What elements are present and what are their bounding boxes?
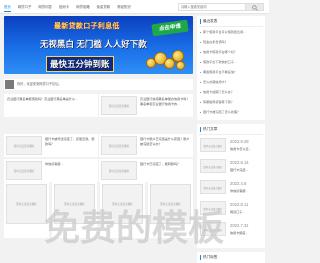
hot-title[interactable]: 银行卡冻结…	[230, 167, 249, 172]
search-input[interactable]	[178, 3, 246, 11]
post-card[interactable]: 暂时无法显示图片 银行卡被司法冻结了，还能还款、借款吗？	[4, 134, 98, 157]
notice-bar: 你好，欢迎来到网贷口子论坛。	[4, 79, 193, 90]
hot-date: 2022.8.14	[230, 160, 249, 165]
post-thumbnail[interactable]: 暂时无法显示图片	[101, 136, 137, 155]
image-placeholder-text: 暂时无法显示图片	[203, 166, 223, 169]
image-placeholder-text: 暂时无法显示图片	[203, 145, 223, 148]
nav-item-credit-card[interactable]: 信用卡	[59, 3, 69, 12]
nav-item-loans[interactable]: 网贷口子	[18, 3, 32, 12]
post-card[interactable]: 暂时无法显示图片 你信贷客服…	[4, 159, 98, 182]
image-placeholder-text: 暂时无法显示图片	[203, 187, 223, 190]
hot-thumbnail[interactable]: 暂时无法显示图片	[200, 201, 226, 215]
image-placeholder-text: 暂时无法显示图片	[112, 203, 133, 206]
post-card[interactable]: 暂时无法显示图片 农业银行信用黑名单能办信用卡吗？黑名单和农业银行信用卡的…	[99, 94, 193, 117]
banner-apply-badge[interactable]: 点击申请	[151, 19, 189, 37]
post-thumbnail[interactable]: 暂时无法显示图片	[6, 161, 42, 180]
list-item[interactable]: 银行卡被冻结了怎么处理？	[203, 110, 263, 115]
banner-subline: 无视黑白 无门槛 人人好下款	[40, 39, 147, 49]
post-thumbnail[interactable]: 暂时无法显示图片	[101, 161, 137, 180]
divider	[199, 26, 263, 27]
post-title[interactable]: 银行卡已冻结了，能转账吗？	[140, 162, 190, 180]
post-card[interactable]: 农业银行黑名单能借钱吗？农业银行黑名单是什么…	[4, 94, 98, 117]
main-nav: 首页 网贷口子 网贷问答 信用卡 网贷攻略 免息贷款 财经知识	[4, 3, 138, 12]
list-item[interactable]: 借款平台下款快的口子…	[203, 60, 263, 65]
image-placeholder-text: 暂时无法显示图片	[108, 105, 130, 108]
feature-thumbnail[interactable]: 暂时无法显示图片	[54, 184, 95, 224]
list-item[interactable]: 那个借款平台可以借到钱急用…	[203, 30, 263, 35]
feature-card[interactable]: 暂时无法显示图片	[148, 182, 193, 238]
image-placeholder-text: 暂时无法显示图片	[160, 203, 181, 206]
hot-title[interactable]: 信用卡怎么还…	[230, 146, 252, 151]
hot-date: 2022.9.28	[230, 139, 249, 144]
avatar	[5, 80, 14, 89]
search-button[interactable]	[246, 3, 264, 11]
list-item[interactable]: 有哪些网贷容易下款？	[203, 100, 263, 105]
hot-thumbnail[interactable]: 暂时无法显示图片	[200, 222, 226, 236]
image-placeholder-text: 暂时无法显示图片	[13, 170, 35, 173]
image-placeholder-text: 暂时无法显示图片	[108, 145, 130, 148]
sidebar-tags: 热门标签	[197, 252, 265, 263]
nav-item-free-loans[interactable]: 免息贷款	[97, 3, 111, 12]
notice-text: 你好，欢迎来到网贷口子论坛。	[17, 82, 62, 86]
image-placeholder-text: 暂时无法显示图片	[203, 229, 223, 232]
list-item[interactable]: 信用卡逾期了怎么办？	[203, 90, 263, 95]
hot-title[interactable]: 信用卡额度…	[230, 230, 249, 235]
hot-thumbnail[interactable]: 暂时无法显示图片	[200, 138, 226, 152]
image-placeholder-text: 暂时无法显示图片	[16, 203, 37, 206]
banner-headline: 最新贷款口子利息低	[54, 23, 120, 30]
list-item[interactable]: 现金白条靠谱吗？	[203, 40, 263, 45]
feature-card[interactable]: 暂时无法显示图片	[100, 182, 145, 238]
post-title[interactable]: 你信贷客服…	[45, 162, 95, 180]
hot-date: 2022.4.6	[230, 181, 247, 186]
nav-item-qa[interactable]: 网贷问答	[38, 3, 52, 12]
image-placeholder-text: 暂时无法显示图片	[64, 203, 85, 206]
hot-thumbnail[interactable]: 暂时无法显示图片	[200, 180, 226, 194]
post-thumbnail[interactable]: 暂时无法显示图片	[101, 96, 137, 115]
hot-thumbnail[interactable]: 暂时无法显示图片	[200, 159, 226, 173]
sidebar-hot: 热门文章 暂时无法显示图片 2022.9.28 信用卡怎么还… 暂时无法显示图片…	[197, 124, 265, 248]
nav-item-home[interactable]: 首页	[4, 3, 11, 12]
feature-thumbnail[interactable]: 暂时无法显示图片	[150, 184, 191, 224]
hot-title[interactable]: 你信贷客服…	[230, 188, 249, 193]
banner-tagline: 最快五分钟到账	[46, 56, 114, 72]
sidebar-latest: 最近发表 那个借款平台可以借到钱急用… 现金白条靠谱吗？ 信用卡借款平台哪个好？…	[197, 16, 265, 120]
list-item[interactable]: 怎么办理信用卡？	[203, 80, 263, 85]
image-placeholder-text: 暂时无法显示图片	[108, 170, 130, 173]
image-placeholder-text: 暂时无法显示图片	[13, 145, 35, 148]
hot-date: 2022.7.31	[230, 223, 249, 228]
hot-date: 2022.8.11	[230, 202, 249, 207]
top-navbar: 首页 网贷口子 网贷问答 信用卡 网贷攻略 免息贷款 财经知识	[0, 0, 269, 14]
coins-illustration	[144, 46, 188, 72]
list-item[interactable]: 信用卡借款平台哪个好？	[203, 50, 263, 55]
list-item[interactable]: 哪些借款平台不看征信？	[203, 70, 263, 75]
divider	[199, 134, 263, 135]
post-card[interactable]: 暂时无法显示图片 银行卡账户已冻结是什么原因？账户被冻结怎么办？	[99, 134, 193, 157]
sidebar-latest-title: 最近发表	[200, 19, 217, 24]
post-card[interactable]: 暂时无法显示图片 银行卡已冻结了，能转账吗？	[99, 159, 193, 182]
post-title[interactable]: 农业银行黑名单能借钱吗？农业银行黑名单是什么…	[7, 97, 95, 115]
feature-card[interactable]: 暂时无法显示图片	[52, 182, 97, 238]
sidebar-hot-title: 热门文章	[200, 127, 217, 132]
image-placeholder-text: 暂时无法显示图片	[203, 208, 223, 211]
feature-thumbnail[interactable]: 暂时无法显示图片	[6, 184, 47, 224]
promo-banner[interactable]: 最新贷款口子利息低 点击申请 无视黑白 无门槛 人人好下款 最快五分钟到账	[4, 16, 193, 74]
post-title[interactable]: 银行卡被司法冻结了，还能还款、借款吗？	[45, 137, 95, 155]
post-title[interactable]: 银行卡账户已冻结是什么原因？账户被冻结怎么办？	[140, 137, 190, 155]
feature-card[interactable]: 暂时无法显示图片	[4, 182, 49, 238]
nav-item-guides[interactable]: 网贷攻略	[76, 3, 90, 12]
nav-item-finance[interactable]: 财经知识	[117, 3, 131, 12]
search-icon	[252, 5, 258, 11]
post-thumbnail[interactable]: 暂时无法显示图片	[6, 136, 42, 155]
hot-title[interactable]: 网贷口子…	[230, 209, 245, 214]
sidebar-tags-title: 热门标签	[200, 255, 217, 260]
post-title[interactable]: 农业银行信用黑名单能办信用卡吗？黑名单和农业银行信用卡的…	[140, 97, 190, 115]
feature-thumbnail[interactable]: 暂时无法显示图片	[102, 184, 143, 224]
